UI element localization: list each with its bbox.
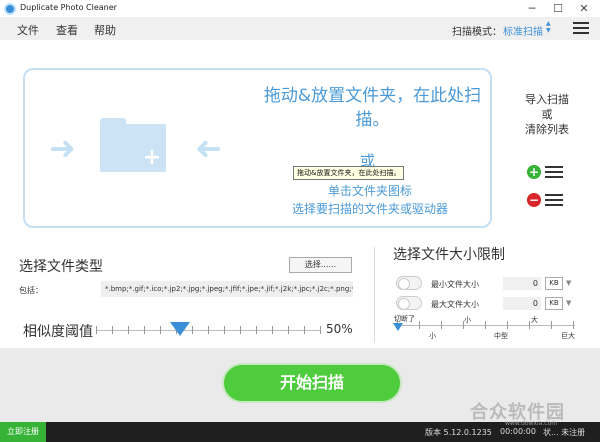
arrow-right-icon: ➜ xyxy=(49,129,76,167)
slider-tick xyxy=(96,326,97,334)
plus-circle-icon: + xyxy=(527,165,541,179)
maximize-button[interactable]: ☐ xyxy=(548,2,568,16)
scale-small-bottom: 小 xyxy=(429,332,436,340)
import-list-button[interactable]: + xyxy=(527,164,569,180)
import-clear-label: 导入扫描 或 清除列表 xyxy=(515,92,579,137)
max-size-toggle[interactable] xyxy=(396,296,422,310)
menu-file[interactable]: 文件 xyxy=(17,22,39,38)
clear-list-button[interactable]: − xyxy=(527,192,569,208)
folder-drop-zone[interactable]: ➜ + ➜ 拖动&放置文件夹，在此处扫描。 或 拖动&放置文件夹，在此处扫描。 … xyxy=(23,68,492,228)
drop-title: 拖动&放置文件夹，在此处扫描。 xyxy=(263,86,482,130)
min-size-toggle[interactable] xyxy=(396,276,422,290)
similarity-label: 相似度阈值 xyxy=(23,324,93,340)
min-size-input[interactable]: 0 xyxy=(503,277,541,290)
menu-help[interactable]: 帮助 xyxy=(94,22,116,38)
scale-medium-bottom: 中型 xyxy=(494,332,508,340)
size-scale-thumb[interactable] xyxy=(393,323,403,331)
size-limit-title: 选择文件大小限制 xyxy=(393,247,505,263)
register-button[interactable]: 立即注册 xyxy=(0,422,46,442)
watermark-url: www.dowxia.com xyxy=(505,420,558,427)
include-label: 包括： xyxy=(19,286,43,295)
size-scale-tick xyxy=(463,321,464,329)
menu-bar: 文件 查看 帮助 扫描模式： 标准扫描 ▲ ▼ xyxy=(0,18,600,40)
size-scale-tick xyxy=(573,321,574,329)
size-scale-tick xyxy=(551,321,552,329)
size-scale-tick xyxy=(529,321,530,329)
scale-large-label: 大 xyxy=(531,316,538,324)
scan-mode-label: 扫描模式： xyxy=(452,27,502,38)
updown-arrow-icon[interactable]: ▲ ▼ xyxy=(546,20,551,34)
size-scale-tick xyxy=(507,321,508,329)
slider-tick xyxy=(192,326,193,334)
slider-tick xyxy=(224,326,225,334)
dropdown-arrow-icon[interactable]: ▼ xyxy=(566,299,571,307)
dropdown-arrow-icon[interactable]: ▼ xyxy=(566,279,571,287)
slider-tick xyxy=(240,326,241,334)
title-bar: Duplicate Photo Cleaner ─ ☐ ✕ xyxy=(0,0,600,18)
tooltip: 拖动&放置文件夹，在此处扫描。 xyxy=(293,166,405,180)
close-button[interactable]: ✕ xyxy=(574,2,594,16)
folder-add-icon[interactable]: + xyxy=(100,118,166,172)
slider-tick xyxy=(288,326,289,334)
slider-tick xyxy=(128,326,129,334)
hamburger-menu-icon[interactable] xyxy=(573,22,589,36)
scale-small-label: 小 xyxy=(464,316,471,324)
start-scan-button[interactable]: 开始扫描 xyxy=(222,363,402,403)
app-icon xyxy=(4,3,16,15)
size-scale-tick xyxy=(441,321,442,329)
list-icon xyxy=(545,166,563,181)
slider-tick xyxy=(144,326,145,334)
divider xyxy=(374,247,375,343)
size-scale-tick xyxy=(419,321,420,329)
import-scan-text: 导入扫描 xyxy=(525,93,569,106)
min-size-label: 最小文件大小 xyxy=(431,280,479,289)
minus-circle-icon: − xyxy=(527,193,541,207)
window-title: Duplicate Photo Cleaner xyxy=(20,3,117,12)
click-line-2: 选择要扫描的文件夹或驱动器 xyxy=(291,202,448,216)
slider-tick xyxy=(272,326,273,334)
similarity-slider-thumb[interactable] xyxy=(170,322,191,336)
or-small-text: 或 xyxy=(541,108,553,121)
select-types-button[interactable]: 选择...... xyxy=(289,257,352,273)
size-scale-track[interactable] xyxy=(397,325,575,326)
slider-tick xyxy=(112,326,113,334)
size-scale-tick xyxy=(485,321,486,329)
slider-tick xyxy=(320,326,321,334)
minimize-button[interactable]: ─ xyxy=(522,2,542,16)
menu-view[interactable]: 查看 xyxy=(56,22,78,38)
file-types-field[interactable]: *.bmp;*.gif;*.ico;*.jp2;*.jpg;*.jpeg;*.j… xyxy=(101,281,353,297)
slider-tick xyxy=(304,326,305,334)
similarity-percent: 50% xyxy=(326,322,353,336)
status-text: 状... 未注册 xyxy=(543,428,586,437)
version-text: 版本 5.12.0.1235 xyxy=(425,428,492,437)
status-time: 00:00:00 xyxy=(500,427,536,436)
file-type-title: 选择文件类型 xyxy=(19,259,103,275)
scan-mode-select[interactable]: 标准扫描 xyxy=(503,23,543,38)
click-line-1: 单击文件夹图标 xyxy=(327,184,412,198)
min-size-unit[interactable]: KB xyxy=(545,277,563,290)
scale-huge-bottom: 巨大 xyxy=(561,332,575,340)
max-size-unit[interactable]: KB xyxy=(545,297,563,310)
clear-list-text: 清除列表 xyxy=(525,123,569,136)
list-icon xyxy=(545,194,563,209)
click-instructions: 单击文件夹图标 选择要扫描的文件夹或驱动器 xyxy=(265,182,475,218)
max-size-input[interactable]: 0 xyxy=(503,297,541,310)
max-size-label: 最大文件大小 xyxy=(431,300,479,309)
slider-tick xyxy=(208,326,209,334)
arrow-left-icon: ➜ xyxy=(195,129,222,167)
slider-tick xyxy=(256,326,257,334)
slider-tick xyxy=(160,326,161,334)
